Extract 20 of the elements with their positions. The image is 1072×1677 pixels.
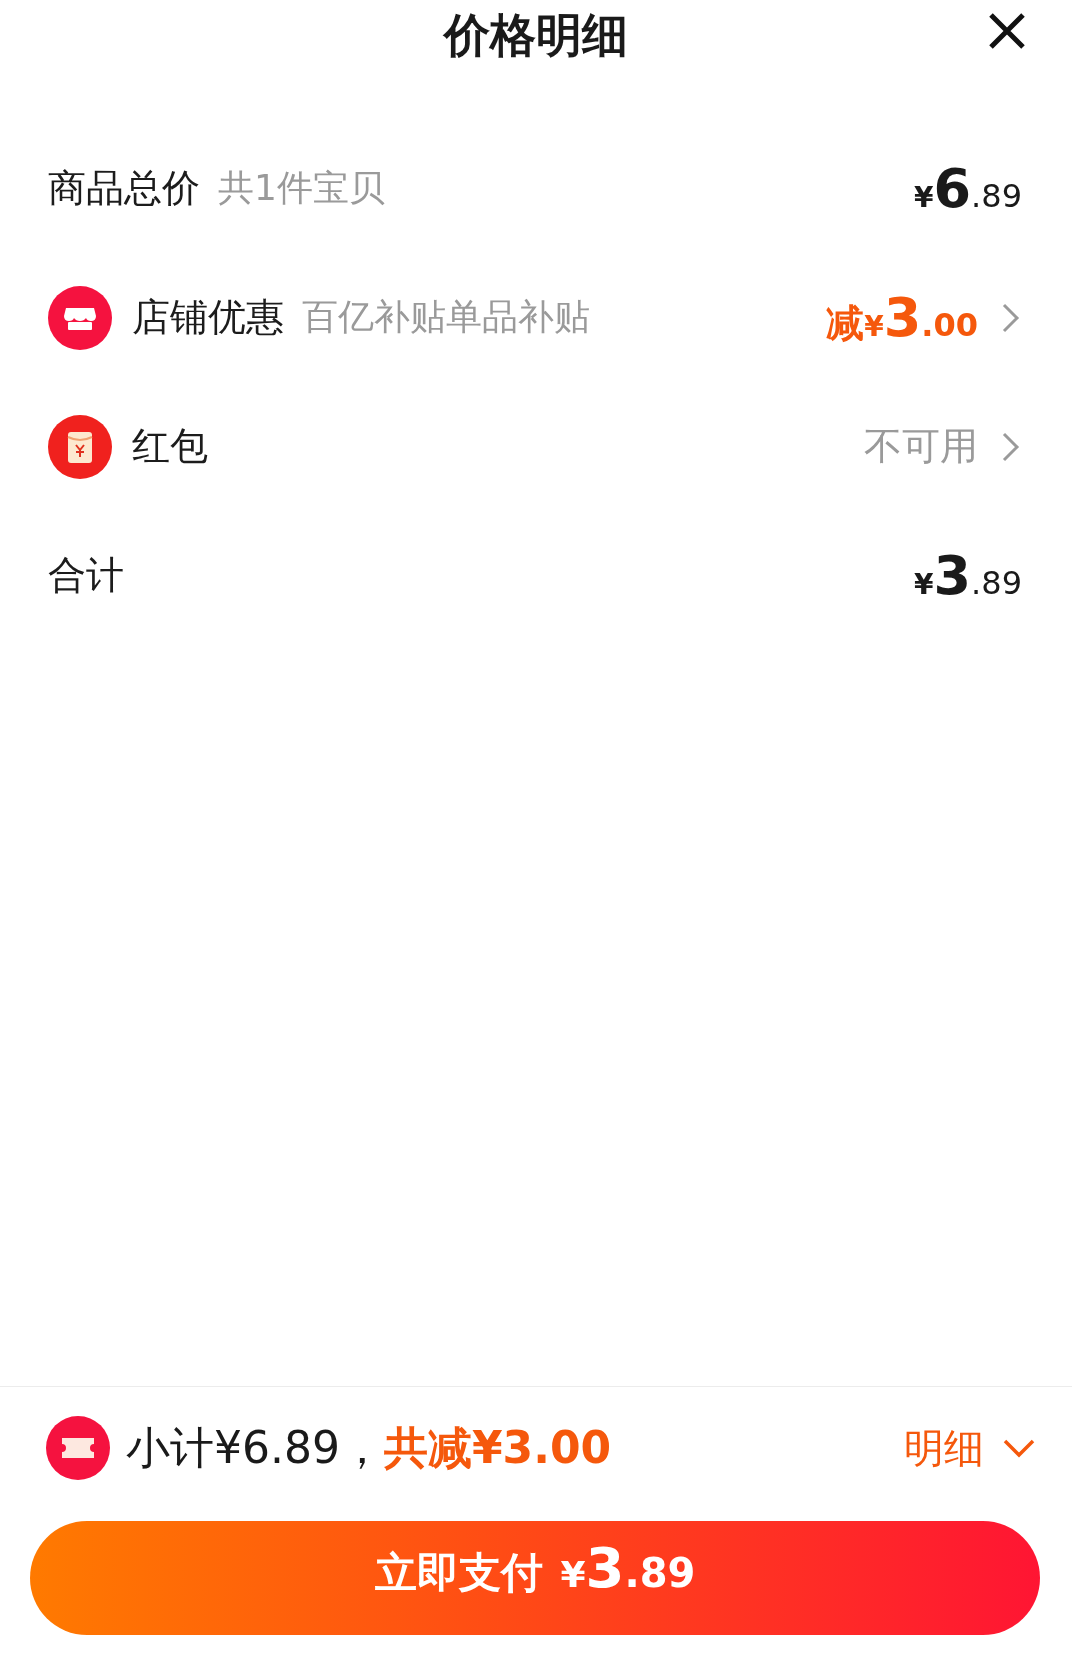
discount-total-text: 共减¥3.00 <box>383 1420 612 1475</box>
close-icon <box>988 12 1026 50</box>
envelope-icon <box>48 414 112 479</box>
row-note: 百亿补贴单品补贴 <box>302 295 590 339</box>
row-amount: ¥3.89 <box>914 544 1022 607</box>
row-label: 红包 <box>132 423 208 470</box>
row-note: 共1件宝贝 <box>218 166 385 210</box>
row-label: 店铺优惠 <box>132 294 284 341</box>
pay-now-button[interactable]: 立即支付 ¥3.89 <box>30 1521 1040 1635</box>
row-value: 不可用 <box>864 423 978 470</box>
details-toggle-button[interactable]: 明细 <box>904 1420 1040 1476</box>
sheet-title: 价格明细 <box>444 8 628 64</box>
row-amount: ¥6.89 <box>914 157 1022 220</box>
shop-icon <box>48 285 112 350</box>
chevron-down-icon <box>1002 1437 1036 1459</box>
row-amount: 减¥3.00 <box>826 286 978 349</box>
row-label: 合计 <box>48 552 124 599</box>
subtotal-text: 小计¥6.89， <box>126 1420 384 1475</box>
row-label: 商品总价 <box>48 165 200 212</box>
ticket-icon <box>46 1416 110 1480</box>
